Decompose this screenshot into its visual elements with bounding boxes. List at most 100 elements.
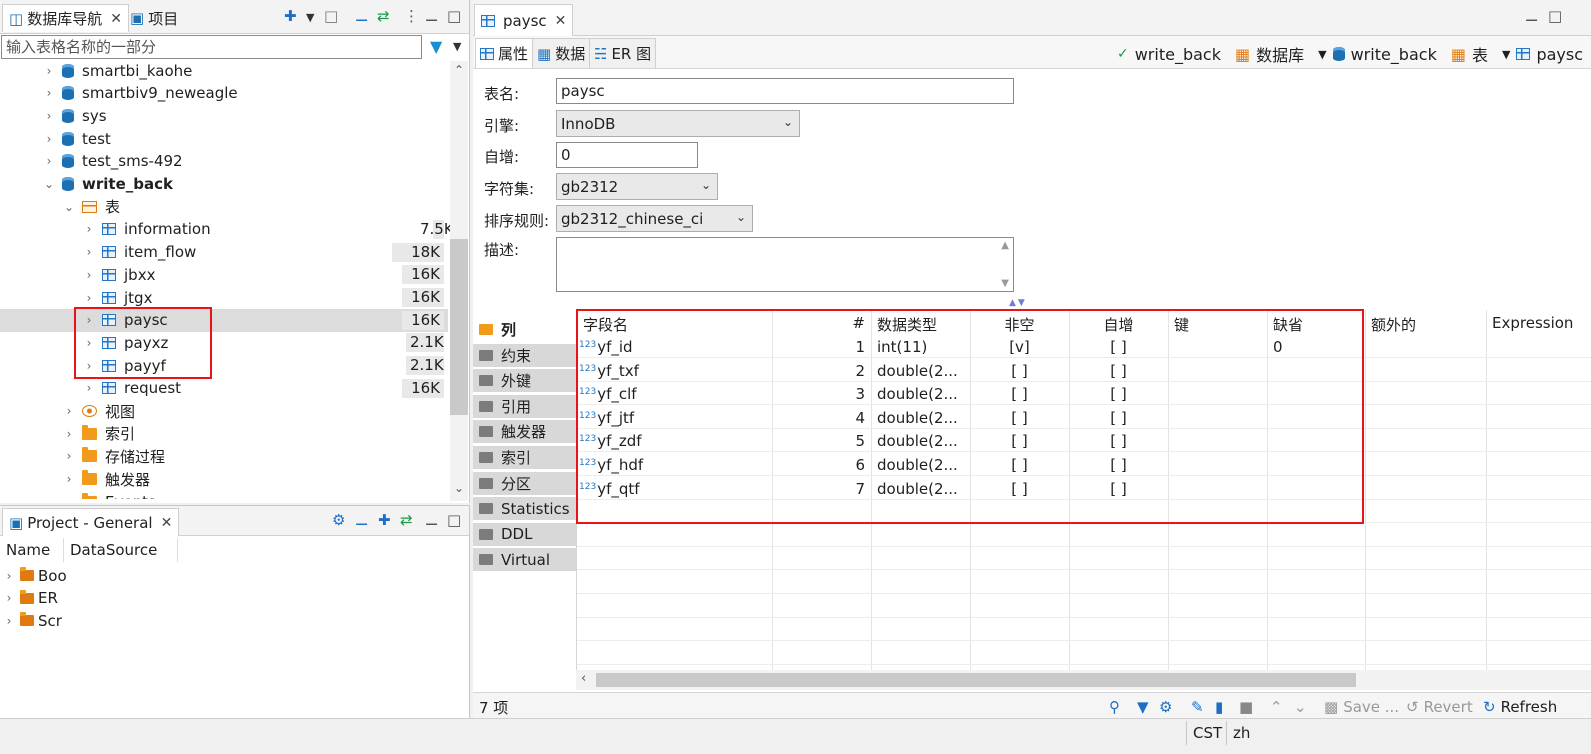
move-up-icon[interactable]: ⌃ xyxy=(1270,698,1283,716)
description-textarea[interactable]: ▲ ▼ xyxy=(556,237,1014,292)
edit-icon[interactable]: ✎ xyxy=(1191,698,1204,716)
column-name[interactable]: Name xyxy=(0,538,64,562)
timezone-indicator[interactable]: CST xyxy=(1186,721,1228,745)
chevron-right-icon[interactable]: › xyxy=(42,109,56,123)
gear-icon[interactable]: ⚙ xyxy=(332,512,345,528)
chevron-right-icon[interactable]: › xyxy=(62,495,76,499)
scroll-left-icon[interactable]: ‹ xyxy=(581,671,586,686)
minimize-icon[interactable]: ⚊ xyxy=(425,512,438,528)
locale-indicator[interactable]: zh xyxy=(1226,721,1256,745)
filter-icon[interactable]: ▼ xyxy=(1137,698,1149,716)
collapse-all-icon[interactable]: ⚊ xyxy=(355,8,368,24)
chevron-right-icon[interactable]: › xyxy=(62,427,76,441)
tree-item[interactable]: › information 7.5K xyxy=(0,218,450,241)
tree-item[interactable]: › smartbiv9_neweagle xyxy=(0,82,448,105)
table-name-input[interactable]: paysc xyxy=(556,78,1014,104)
tree-item[interactable]: › payyf 2.1K xyxy=(0,354,448,377)
table-filter-input[interactable] xyxy=(1,35,422,59)
project-item[interactable]: › Scr xyxy=(0,609,200,632)
side-tab[interactable]: 引用 xyxy=(473,394,576,419)
chevron-right-icon[interactable]: › xyxy=(2,569,16,583)
close-icon[interactable]: ✕ xyxy=(555,13,567,29)
side-tab[interactable]: 外键 xyxy=(473,369,576,394)
new-folder-icon[interactable]: □ xyxy=(324,8,338,24)
chevron-down-icon[interactable]: ▼ xyxy=(1502,48,1510,61)
tree-item[interactable]: › test_sms-492 xyxy=(0,150,448,173)
chevron-right-icon[interactable]: › xyxy=(42,64,56,78)
chevron-down-icon[interactable]: ▼ xyxy=(453,40,461,53)
filter-icon[interactable]: ▼ xyxy=(430,37,442,56)
refresh-button[interactable]: ↻ Refresh xyxy=(1483,698,1557,716)
navigator-scrollbar[interactable]: ⌃ ⌄ xyxy=(450,61,468,501)
collation-select[interactable]: gb2312_chinese_ci ⌄ xyxy=(556,205,753,232)
chevron-down-icon[interactable]: ⌄ xyxy=(42,177,56,191)
chevron-down-icon[interactable]: ▼ xyxy=(1318,48,1326,61)
chevron-right-icon[interactable]: › xyxy=(62,472,76,486)
scroll-down-icon[interactable]: ▼ xyxy=(1001,278,1009,289)
scroll-down-icon[interactable]: ⌄ xyxy=(450,481,468,495)
scroll-up-icon[interactable]: ▲ xyxy=(1001,240,1009,251)
auto-increment-input[interactable]: 0 xyxy=(556,142,698,168)
column-header[interactable]: Expression xyxy=(1492,314,1590,332)
subtab-data[interactable]: ▦ 数据 xyxy=(532,38,591,68)
chevron-down-icon[interactable]: ⌄ xyxy=(62,200,76,214)
tree-item[interactable]: › sys xyxy=(0,104,448,127)
side-tab[interactable]: Virtual xyxy=(473,548,576,573)
grid-horizontal-scrollbar[interactable]: ‹ xyxy=(576,670,1591,690)
subtab-properties[interactable]: 属性 xyxy=(475,38,534,68)
breadcrumb-connection[interactable]: write_back xyxy=(1135,45,1221,64)
chevron-right-icon[interactable]: › xyxy=(42,154,56,168)
tree-item[interactable]: › smartbi_kaohe xyxy=(0,59,448,82)
chevron-right-icon[interactable]: › xyxy=(62,404,76,418)
chevron-right-icon[interactable]: › xyxy=(82,268,96,282)
tab-database-navigator[interactable]: ◫ 数据库导航 ✕ xyxy=(2,4,129,32)
side-tab[interactable]: Statistics xyxy=(473,497,576,522)
delete-icon[interactable]: ■ xyxy=(1239,698,1253,716)
tab-project[interactable]: ▣ 项目 xyxy=(124,4,184,32)
chevron-right-icon[interactable]: › xyxy=(82,291,96,305)
maximize-icon[interactable]: □ xyxy=(1548,8,1562,24)
chevron-right-icon[interactable]: › xyxy=(82,381,96,395)
side-tab[interactable]: 触发器 xyxy=(473,420,576,445)
engine-select[interactable]: InnoDB ⌄ xyxy=(556,110,800,137)
add-column-icon[interactable]: ▮ xyxy=(1215,698,1223,716)
column-header[interactable]: 额外的 xyxy=(1371,314,1480,335)
breadcrumb-table[interactable]: paysc xyxy=(1536,45,1583,64)
tree-item[interactable]: › payxz 2.1K xyxy=(0,331,448,354)
chevron-right-icon[interactable]: › xyxy=(2,591,16,605)
close-icon[interactable]: ✕ xyxy=(110,11,122,27)
save-button[interactable]: ▩ Save ... xyxy=(1324,698,1399,716)
tree-item[interactable]: › 触发器 xyxy=(0,468,448,491)
project-item[interactable]: › ER xyxy=(0,587,200,610)
link-editor-icon[interactable]: ⇄ xyxy=(377,8,390,24)
subtab-er-diagram[interactable]: ☵ ER 图 xyxy=(589,38,657,68)
tree-item[interactable]: › item_flow 18K xyxy=(0,241,448,264)
chevron-right-icon[interactable]: › xyxy=(2,614,16,628)
scrollbar-thumb[interactable] xyxy=(450,239,468,415)
side-tab[interactable]: DDL xyxy=(473,522,576,547)
side-tab[interactable]: 列 xyxy=(473,318,576,342)
tree-item[interactable]: ⌄ write_back xyxy=(0,173,448,196)
chevron-down-icon[interactable]: ▼ xyxy=(306,10,314,26)
chevron-right-icon[interactable]: › xyxy=(62,449,76,463)
tree-item[interactable]: › Events xyxy=(0,490,448,499)
chevron-right-icon[interactable]: › xyxy=(82,222,96,236)
side-tab[interactable]: 索引 xyxy=(473,446,576,470)
tree-item[interactable]: › 存储过程 xyxy=(0,445,448,468)
tree-item[interactable]: › jtgx 16K xyxy=(0,286,448,309)
tree-item[interactable]: › request 16K xyxy=(0,377,448,400)
tree-item[interactable]: › test xyxy=(0,127,448,150)
side-tab[interactable]: 约束 xyxy=(473,343,576,368)
tree-item[interactable]: › 索引 xyxy=(0,422,448,445)
tree-item[interactable]: ⌄ 表 xyxy=(0,195,448,218)
chevron-right-icon[interactable]: › xyxy=(42,132,56,146)
view-menu-icon[interactable]: ⋮ xyxy=(404,8,419,24)
scrollbar-thumb[interactable] xyxy=(596,673,1356,687)
minimize-icon[interactable]: ⚊ xyxy=(1525,8,1538,24)
maximize-icon[interactable]: □ xyxy=(447,8,461,24)
column-datasource[interactable]: DataSource xyxy=(64,538,178,562)
maximize-icon[interactable]: □ xyxy=(447,512,461,528)
sash-handle-icon[interactable]: ▲▼ xyxy=(1009,298,1027,308)
chevron-right-icon[interactable]: › xyxy=(42,86,56,100)
close-icon[interactable]: ✕ xyxy=(161,515,173,531)
